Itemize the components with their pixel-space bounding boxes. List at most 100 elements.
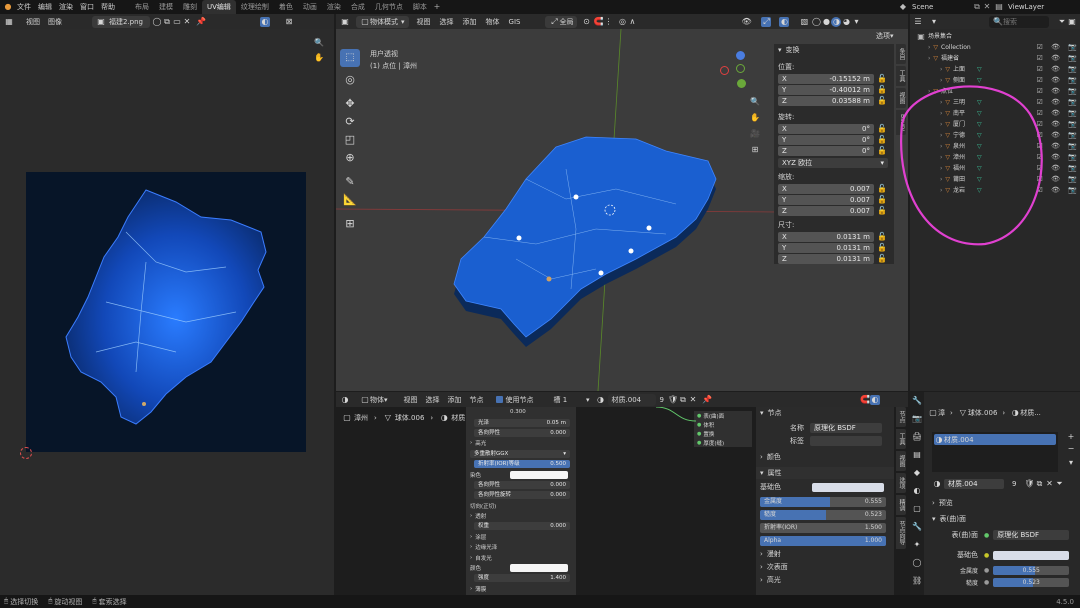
prop-slider-field[interactable]: 0.555: [993, 565, 1070, 575]
overlays-icon[interactable]: ◐: [779, 16, 790, 27]
use-nodes-checkbox[interactable]: 使用节点: [495, 395, 534, 405]
material-slot-label[interactable]: 材质.004: [944, 435, 974, 445]
delete-scene-icon[interactable]: ✕: [982, 2, 992, 12]
viewlayer-selector[interactable]: ▤ ViewLayer: [994, 0, 1044, 14]
material-db-icon[interactable]: ◑: [932, 479, 942, 489]
outliner-editor-icon[interactable]: ☰: [913, 17, 923, 27]
pin-icon[interactable]: 📌: [196, 17, 206, 27]
material-selector[interactable]: 材质.004: [607, 393, 656, 406]
world-tab-icon[interactable]: ◐: [912, 486, 922, 496]
lock-icon[interactable]: 🔓: [877, 74, 887, 84]
wireframe-shading-icon[interactable]: ◯: [811, 17, 821, 27]
uv-editor-canvas[interactable]: 🔍 ✋: [0, 29, 334, 595]
node-menu-item[interactable]: 添加: [448, 395, 462, 405]
lock-icon[interactable]: 🔓: [877, 124, 887, 134]
node-editor-canvas[interactable]: ▢ 漳州 › ▽ 球体.006 › ◑ 材质.004 0.300 光泽 0.05 m…: [336, 407, 756, 595]
lock-icon[interactable]: 🔓: [877, 146, 887, 156]
visibility-icon[interactable]: 👁: [741, 17, 751, 27]
node-row[interactable]: 各向异性 0.000: [466, 428, 576, 438]
slot-menu-icon[interactable]: ▾: [1066, 458, 1076, 468]
node-base-color-swatch[interactable]: [812, 482, 884, 492]
material-name-field[interactable]: 材质.004: [944, 479, 1004, 489]
preview-section[interactable]: › 预览: [932, 498, 953, 508]
node-sidebar-tab[interactable]: 节点向导: [896, 517, 906, 549]
workspace-tab[interactable]: UV编辑: [202, 0, 236, 14]
prop-unlink-icon[interactable]: ✕: [1044, 479, 1054, 489]
visibility-toggles-icon[interactable]: ☑ 👁 📷: [1037, 42, 1080, 53]
material-shading-icon[interactable]: ◑: [831, 16, 842, 27]
prop-base-color-swatch[interactable]: [993, 550, 1070, 560]
viewport-menu-item[interactable]: 物体: [486, 17, 500, 27]
menu-item[interactable]: 帮助: [101, 2, 115, 12]
editor-type-icon[interactable]: ▦: [4, 17, 14, 27]
outliner-search[interactable]: 🔍 搜索: [989, 15, 1049, 28]
2d-cursor-icon[interactable]: [20, 447, 32, 459]
node-snap-icon[interactable]: 🧲: [860, 395, 870, 405]
copy-scene-icon[interactable]: ⧉: [972, 2, 982, 12]
viewport-menu-item[interactable]: 视图: [417, 17, 431, 27]
orientation-selector[interactable]: ⤢ 全局: [545, 15, 578, 28]
uv-display-icon[interactable]: ⊠: [284, 17, 294, 27]
viewport-zoom-icon[interactable]: 🔍: [750, 97, 760, 107]
scene-selector[interactable]: ◆ Scene ⧉ ✕: [898, 0, 992, 14]
node-row[interactable]: › 边缘光泽: [466, 542, 576, 552]
physics-tab-icon[interactable]: ◯: [912, 558, 922, 568]
dims-field[interactable]: Y 0.0131 m: [778, 243, 874, 253]
particles-tab-icon[interactable]: ✦: [912, 540, 922, 550]
rendered-shading-icon[interactable]: ◕: [841, 17, 851, 27]
fake-user-node-icon[interactable]: 🛡: [668, 395, 678, 405]
node-field[interactable]: 折射率(IOR)等级 0.500: [474, 460, 570, 469]
view-layer-tab-icon[interactable]: ▤: [912, 450, 922, 460]
mode-selector[interactable]: ▢ 物体模式 ▾: [356, 15, 409, 28]
node-color-swatch[interactable]: [510, 470, 568, 479]
duplicate-material-icon[interactable]: ⧉: [678, 395, 688, 405]
slider-field[interactable]: 折射率(IOR) 1.500: [760, 522, 886, 533]
add-workspace-icon[interactable]: +: [432, 2, 442, 12]
uv-overlay-icon[interactable]: ◐: [260, 16, 270, 27]
unlink-image-icon[interactable]: ✕: [182, 17, 192, 27]
render-tab-icon[interactable]: 📷: [912, 414, 922, 424]
node-props-title[interactable]: 属性: [768, 468, 782, 478]
node-field[interactable]: 强度 1.400: [474, 574, 570, 583]
viewport-tab[interactable]: 条目: [896, 44, 906, 64]
image-selector[interactable]: ▣ 福建2.png: [92, 15, 150, 28]
lock-icon[interactable]: 🔓: [877, 232, 887, 242]
node-field[interactable]: 各向异性旋转 0.000: [474, 491, 570, 500]
rotation-field[interactable]: Z 0°: [778, 146, 874, 156]
prop-fake-user-icon[interactable]: 🛡: [1024, 479, 1034, 489]
falloff-icon[interactable]: ∧: [627, 17, 637, 27]
new-image-icon[interactable]: ⧉: [162, 17, 172, 27]
blender-logo-icon[interactable]: ●: [3, 2, 13, 12]
pan-hand-icon[interactable]: ✋: [314, 53, 324, 63]
outliner-row[interactable]: › ▽ Collection ☑ 👁 📷: [910, 42, 1080, 53]
options-button[interactable]: 选项 ▾: [876, 31, 894, 41]
uv-menu-view[interactable]: 视图: [26, 17, 40, 27]
node-field[interactable]: 各向异性 0.000: [474, 480, 570, 489]
filter-display-icon[interactable]: ▾: [929, 17, 939, 27]
output-socket[interactable]: ● 厚度(缝): [694, 438, 752, 447]
workspace-tab[interactable]: 建模: [154, 0, 178, 14]
outliner-row[interactable]: › ▽ 福建省 ☑ 👁 📷: [910, 53, 1080, 64]
workspace-tab[interactable]: 脚本: [408, 0, 432, 14]
material-slots-list[interactable]: ◑ 材质.004: [932, 432, 1058, 472]
scale-field[interactable]: Y 0.007: [778, 195, 874, 205]
node-panel-section[interactable]: › 高光: [760, 573, 894, 586]
lock-icon[interactable]: 🔓: [877, 195, 887, 205]
node-row[interactable]: 各向异性旋转 0.000: [466, 490, 576, 500]
lock-icon[interactable]: 🔓: [877, 243, 887, 253]
add-slot-icon[interactable]: +: [1066, 432, 1076, 442]
principled-node[interactable]: 0.300 光泽 0.05 m 各向异性 0.000 › 高光 多重散射GGX ▾ 折射率(IOR…: [466, 407, 576, 595]
modifier-tab-icon[interactable]: 🔧: [912, 522, 922, 532]
proportional-edit-icon[interactable]: ◎: [617, 17, 627, 27]
prop-filter-icon[interactable]: ⏷: [1054, 479, 1064, 489]
tool-tab-icon[interactable]: 🔧: [912, 396, 922, 406]
zoom-icon[interactable]: 🔍: [314, 38, 324, 48]
lock-icon[interactable]: 🔓: [877, 85, 887, 95]
node-row[interactable]: 颜色: [466, 563, 576, 573]
node-menu-item[interactable]: 节点: [470, 395, 484, 405]
lock-icon[interactable]: 🔓: [877, 184, 887, 194]
node-dropdown[interactable]: 多重散射GGX ▾: [470, 449, 570, 458]
pivot-icon[interactable]: ⊙: [581, 17, 591, 27]
node-sidebar-tab[interactable]: 选项: [896, 473, 906, 493]
ortho-toggle-icon[interactable]: ⊞: [750, 145, 760, 155]
